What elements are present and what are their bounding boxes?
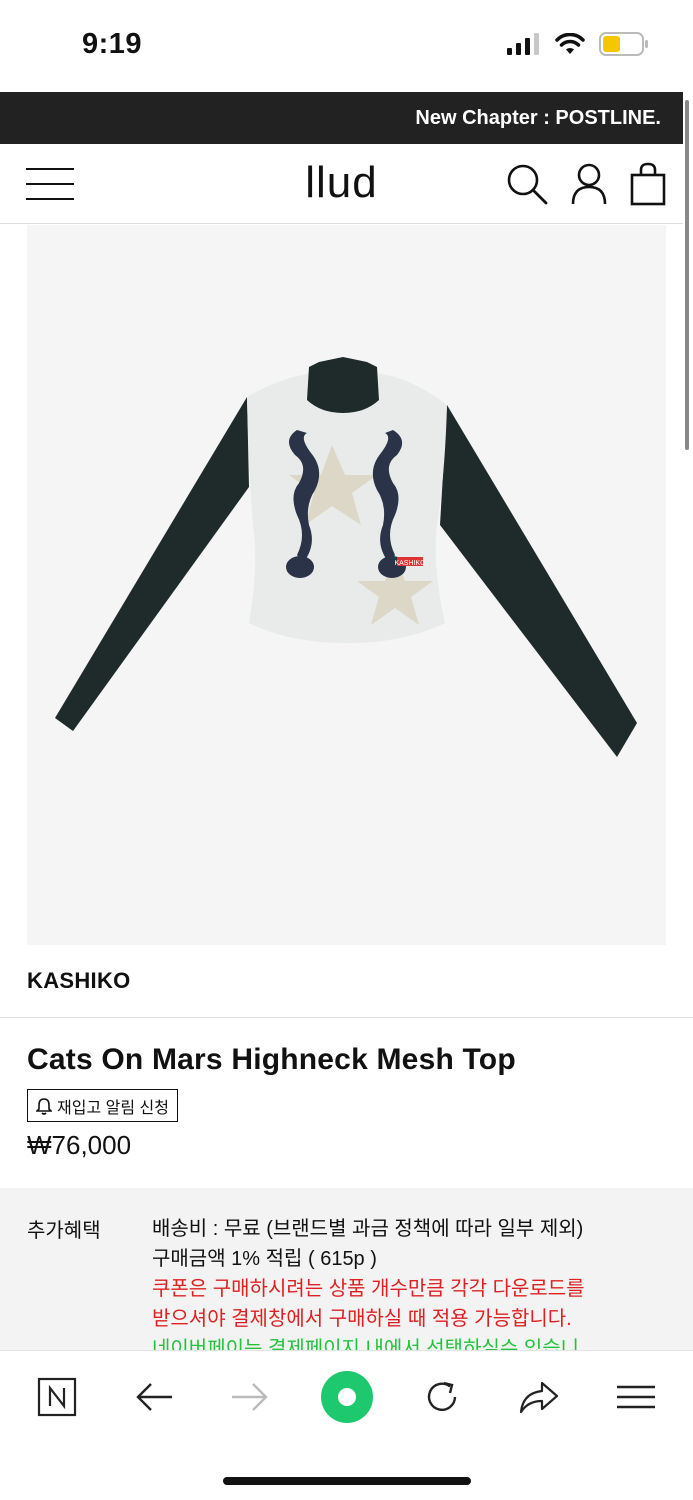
bell-icon xyxy=(36,1097,52,1115)
signal-icon xyxy=(507,33,539,55)
shirt-tag-text: KASHIKO xyxy=(394,560,426,567)
product-title: Cats On Mars Highneck Mesh Top xyxy=(27,1043,516,1076)
page-scrollbar[interactable] xyxy=(685,100,689,450)
status-icons xyxy=(507,32,649,56)
restock-alert-label: 재입고 알림 신청 xyxy=(57,1099,169,1117)
product-price: ₩76,000 xyxy=(27,1130,132,1160)
wifi-icon xyxy=(555,33,585,54)
shipping-info: 배송비 : 무료 (브랜드별 과금 정책에 따라 일부 제외) xyxy=(152,1218,584,1240)
benefits-section: 추가혜택 배송비 : 무료 (브랜드별 과금 정책에 따라 일부 제외) 구매금… xyxy=(0,1188,693,1353)
forward-arrow-icon[interactable] xyxy=(226,1373,274,1421)
status-bar: 9:19 xyxy=(0,0,693,92)
battery-icon xyxy=(599,32,648,56)
home-indicator[interactable] xyxy=(223,1477,471,1485)
n-icon[interactable] xyxy=(33,1373,81,1421)
announcement-bar[interactable]: New Chapter : POSTLINE. xyxy=(0,92,683,144)
restock-alert-button[interactable]: 재입고 알림 신청 xyxy=(27,1089,178,1122)
announcement-text[interactable]: New Chapter : POSTLINE. xyxy=(415,107,661,130)
bag-icon[interactable] xyxy=(630,162,666,206)
product-image[interactable]: KASHIKO xyxy=(27,225,666,945)
menu-lines-icon[interactable] xyxy=(612,1373,660,1421)
points-info: 구매금액 1% 적립 ( 615p ) xyxy=(152,1248,377,1270)
refresh-icon[interactable] xyxy=(418,1373,466,1421)
benefits-content: 배송비 : 무료 (브랜드별 과금 정책에 따라 일부 제외) 구매금액 1% … xyxy=(152,1214,672,1353)
coupon-notice-line1: 쿠폰은 구매하시려는 상품 개수만큼 각각 다운로드를 xyxy=(152,1278,585,1300)
site-header: llud xyxy=(0,144,683,224)
browser-toolbar xyxy=(0,1350,693,1500)
product-shirt-illustration: KASHIKO xyxy=(55,357,637,757)
status-time: 9:19 xyxy=(82,28,143,60)
divider xyxy=(0,1017,693,1018)
coupon-notice-line2: 받으셔야 결제창에서 구매하실 때 적용 가능합니다. xyxy=(152,1308,572,1330)
user-icon[interactable] xyxy=(570,162,608,206)
back-arrow-icon[interactable] xyxy=(130,1373,178,1421)
benefits-label: 추가혜택 xyxy=(27,1220,101,1242)
search-icon[interactable] xyxy=(505,162,549,206)
home-dot-icon[interactable] xyxy=(320,1370,374,1424)
product-brand[interactable]: KASHIKO xyxy=(27,968,131,994)
share-icon[interactable] xyxy=(515,1373,563,1421)
